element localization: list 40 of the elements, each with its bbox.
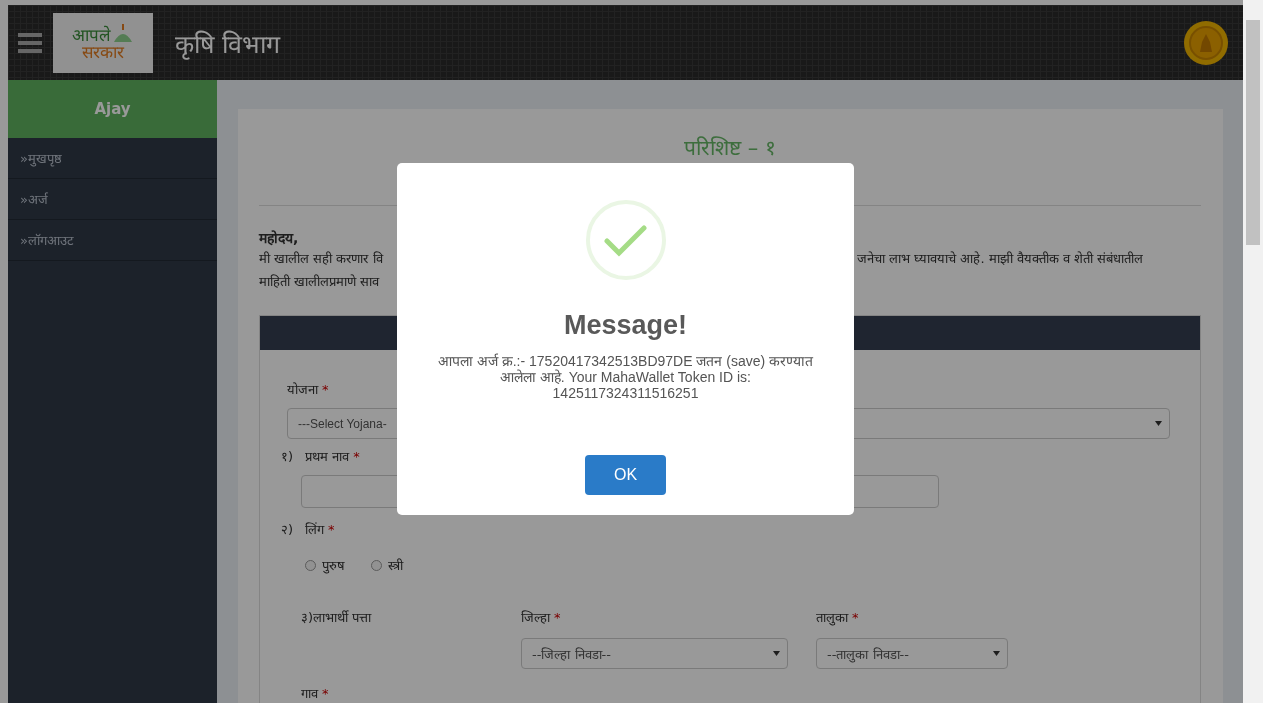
required-mark: * (353, 448, 360, 464)
user-name: Ajay (8, 80, 217, 138)
scrollbar[interactable] (1243, 0, 1263, 703)
field-number: २) (281, 521, 294, 538)
dialog-title: Message! (563, 310, 688, 341)
field-label: जिल्हा (521, 609, 550, 626)
radio-label: पुरुष (322, 557, 345, 574)
paragraph-text: माहिती खालीलप्रमाणे साव (259, 273, 381, 291)
radio-button[interactable] (371, 559, 382, 571)
caret-icon (1155, 421, 1162, 426)
logo: आपले सरकार (53, 12, 153, 73)
seal-icon (1183, 19, 1229, 66)
menu-icon[interactable] (18, 32, 42, 53)
paragraph-text: मी खालील सही करणार वि (259, 250, 385, 268)
field-label: प्रथम नाव (305, 448, 350, 465)
required-mark: * (554, 609, 561, 625)
field-number: १) (281, 448, 294, 465)
field-label: योजना (287, 381, 318, 398)
field-label: ३)लाभार्थी पत्ता (301, 609, 373, 627)
dome-icon (112, 24, 134, 44)
required-mark: * (852, 609, 859, 625)
ok-button[interactable]: OK (585, 455, 666, 495)
check-icon (585, 200, 666, 280)
page-title: परिशिष्ट – १ (683, 135, 777, 162)
field-label: तालुका (816, 609, 848, 626)
required-mark: * (322, 381, 329, 397)
required-mark: * (328, 521, 335, 537)
required-mark: * (322, 685, 329, 701)
salutation: महोदय, (259, 229, 300, 247)
caret-icon (773, 651, 780, 656)
app-title: कृषि विभाग (175, 28, 280, 60)
radio-label: स्त्री (388, 557, 403, 574)
taluka-select[interactable]: --तालुका निवडा-- (816, 638, 1008, 669)
district-select[interactable]: --जिल्हा निवडा-- (521, 638, 788, 669)
field-label: गाव (301, 685, 318, 702)
radio-button[interactable] (305, 559, 316, 571)
caret-icon (993, 651, 1000, 656)
dialog-message: आपला अर्ज क्र.:- 17520417342513BD97DE जतन (save) करण्यात आलेला आहे. Your MahaWallet Token ID is: 1425117324311516251 (436, 353, 815, 401)
paragraph-text: जनेचा लाभ घ्यावयाचे आहे. माझी वैयक्तीक व शेती संबंधातील (857, 250, 1144, 268)
field-label: लिंग (305, 521, 325, 538)
